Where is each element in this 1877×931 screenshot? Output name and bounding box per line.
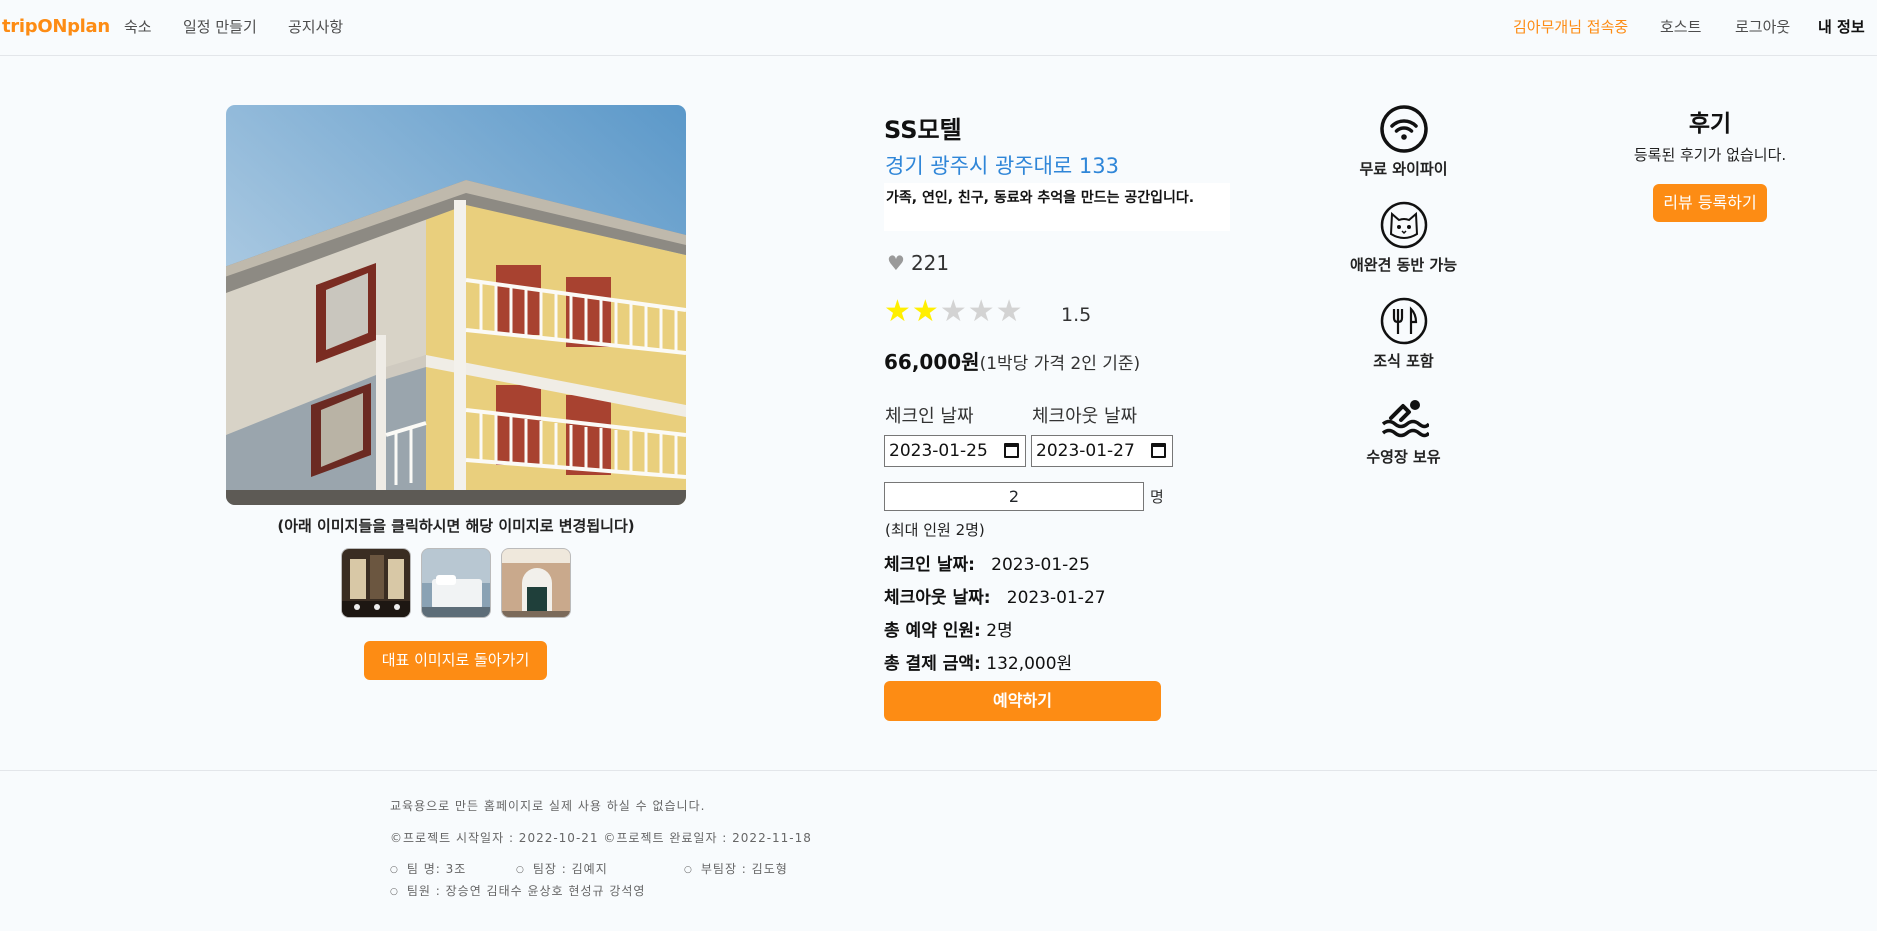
cat-icon <box>1380 201 1427 249</box>
amenity-breakfast: 조식 포함 <box>1330 296 1477 371</box>
gallery-caption: (아래 이미지들을 클릭하시면 해당 이미지로 변경됩니다) <box>277 517 635 535</box>
nav-link-logout[interactable]: 로그아웃 <box>1735 16 1790 37</box>
amenity-wifi: 무료 와이파이 <box>1330 104 1477 179</box>
checkin-date-input[interactable]: 2023-01-25 <box>884 435 1026 467</box>
summary-checkout: 체크아웃 날짜: 2023-01-27 <box>884 583 1106 608</box>
summary-checkin-label: 체크인 날짜: <box>884 555 975 575</box>
footer-members: 팀원 : 장승연 김태수 윤상호 현성규 강석영 <box>390 882 645 899</box>
amenity-label: 무료 와이파이 <box>1359 160 1448 178</box>
hotel-description: 가족, 연인, 친구, 동료와 추억을 만드는 공간입니다. <box>884 183 1230 231</box>
price-value: 66,000원 <box>884 350 980 374</box>
hotel-address[interactable]: 경기 광주시 광주대로 133 <box>885 150 1119 180</box>
reviews-title: 후기 <box>1688 111 1732 137</box>
checkin-label: 체크인 날짜 <box>885 406 974 427</box>
brand-logo[interactable]: tripONplan <box>2 16 110 37</box>
checkout-date-value: 2023-01-27 <box>1036 441 1135 461</box>
summary-checkin-value: 2023-01-25 <box>991 555 1090 575</box>
nav-link-make-schedule[interactable]: 일정 만들기 <box>183 16 257 37</box>
checkout-date-input[interactable]: 2023-01-27 <box>1031 435 1173 467</box>
summary-guests-value: 2명 <box>986 621 1013 641</box>
thumbnail-2[interactable] <box>421 548 491 618</box>
thumbnail-1[interactable] <box>341 548 411 618</box>
footer-notice: 교육용으로 만든 홈페이지로 실제 사용 하실 수 없습니다. <box>390 799 706 813</box>
amenity-label: 수영장 보유 <box>1366 448 1441 466</box>
footer-team-name: 팀 명: 3조 <box>390 860 466 877</box>
footer-project-dates: ©프로젝트 시작일자 : 2022-10-21 ©프로젝트 완료일자 : 202… <box>390 831 812 845</box>
star-icon: ★ <box>995 294 1024 329</box>
footer: 교육용으로 만든 홈페이지로 실제 사용 하실 수 없습니다. ©프로젝트 시작… <box>0 770 1877 931</box>
write-review-button[interactable]: 리뷰 등록하기 <box>1653 184 1767 222</box>
thumbnail-3[interactable] <box>501 548 571 618</box>
star-icon: ★ <box>884 294 912 329</box>
calendar-icon[interactable] <box>1151 443 1166 458</box>
nav-link-notice[interactable]: 공지사항 <box>288 16 343 37</box>
summary-total-value: 132,000원 <box>986 654 1073 674</box>
amenity-label: 애완견 동반 가능 <box>1349 256 1458 274</box>
star-rating: ★★★★★ <box>884 296 1024 328</box>
utensils-icon <box>1380 297 1427 345</box>
guests-unit: 명 <box>1150 488 1164 506</box>
main-hotel-photo <box>226 105 686 505</box>
reviews-empty-message: 등록된 후기가 없습니다. <box>1633 146 1787 164</box>
max-guests-note: (최대 인원 2명) <box>885 521 985 539</box>
calendar-icon[interactable] <box>1004 443 1019 458</box>
nav-link-lodging[interactable]: 숙소 <box>124 16 152 37</box>
swimmer-icon <box>1381 400 1429 438</box>
top-navbar: tripONplan 숙소 일정 만들기 공지사항 김아무개님 접속중 호스트 … <box>0 0 1877 56</box>
footer-team-leader: 팀장 : 김예지 <box>516 860 608 877</box>
user-status: 김아무개님 접속중 <box>1513 18 1629 36</box>
likes: ♥ 221 <box>887 251 949 275</box>
guests-input[interactable]: 2 <box>884 482 1144 511</box>
star-icon: ★ <box>939 294 968 329</box>
hotel-name: SS모텔 <box>884 116 962 144</box>
star-icon: ★ <box>967 294 996 329</box>
book-button[interactable]: 예약하기 <box>884 681 1161 721</box>
summary-checkout-label: 체크아웃 날짜: <box>884 588 991 608</box>
star-icon: ★ <box>911 294 940 329</box>
nav-link-my-info[interactable]: 내 정보 <box>1818 16 1865 37</box>
back-to-main-image-button[interactable]: 대표 이미지로 돌아가기 <box>364 641 547 680</box>
summary-total: 총 결제 금액: 132,000원 <box>884 649 1072 674</box>
nav-link-host[interactable]: 호스트 <box>1660 16 1701 37</box>
footer-sub-leader: 부팀장 : 김도형 <box>684 860 788 877</box>
rating-value: 1.5 <box>1061 304 1092 326</box>
amenity-pool: 수영장 보유 <box>1330 392 1477 467</box>
amenity-pets: 애완견 동반 가능 <box>1330 200 1477 275</box>
checkout-label: 체크아웃 날짜 <box>1032 406 1138 427</box>
likes-count: 221 <box>910 251 950 275</box>
summary-total-label: 총 결제 금액: <box>884 654 981 674</box>
price-note: (1박당 가격 2인 기준) <box>979 354 1141 374</box>
amenity-label: 조식 포함 <box>1373 352 1434 370</box>
wifi-icon <box>1379 105 1428 153</box>
summary-guests-label: 총 예약 인원: <box>884 621 981 641</box>
summary-checkout-value: 2023-01-27 <box>1006 588 1106 608</box>
heart-icon[interactable]: ♥ <box>887 251 905 275</box>
summary-guests: 총 예약 인원: 2명 <box>884 616 1013 641</box>
summary-checkin: 체크인 날짜: 2023-01-25 <box>884 550 1090 575</box>
checkin-date-value: 2023-01-25 <box>889 441 988 461</box>
price: 66,000원(1박당 가격 2인 기준) <box>884 346 1140 375</box>
